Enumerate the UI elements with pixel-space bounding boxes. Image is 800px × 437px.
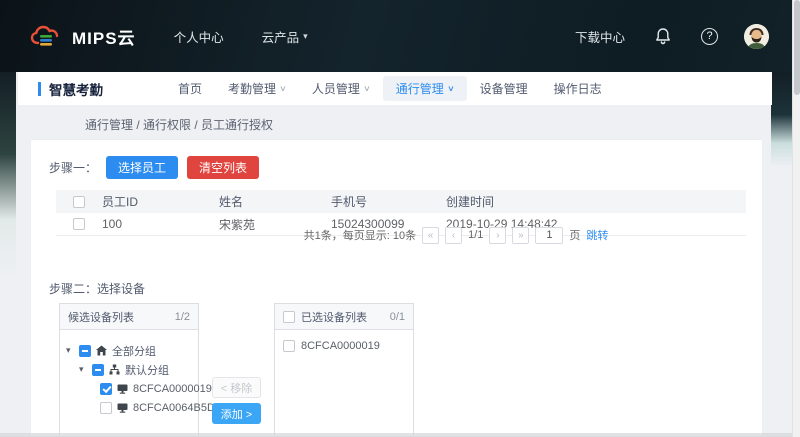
table-header-row: 员工ID 姓名 手机号 创建时间 [56, 190, 746, 213]
tab-personnel[interactable]: 人员管理 ∨ [299, 76, 383, 101]
monitor-icon [117, 384, 128, 394]
help-icon[interactable]: ? [701, 28, 718, 45]
breadcrumb: 通行管理 / 通行权限 / 员工通行授权 [85, 116, 273, 133]
tab-home[interactable]: 首页 [165, 76, 215, 101]
topbar: MIPS云 个人中心 云产品 ▾ 下载中心 ? [0, 0, 793, 72]
jump-link[interactable]: 跳转 [586, 227, 608, 243]
header-employee-id: 员工ID [102, 193, 219, 210]
download-center-link[interactable]: 下载中心 [575, 27, 625, 46]
main-card: 步骤一： 选择员工 清空列表 员工ID 姓名 手机号 创建时间 100 宋紫苑 … [30, 139, 763, 437]
tab-personnel-label: 人员管理 [312, 80, 360, 97]
device-tree: ▾ 全部分组 ▾ [60, 330, 198, 417]
tab-attendance[interactable]: 考勤管理 ∨ [215, 76, 299, 101]
header-name: 姓名 [219, 193, 331, 210]
tab-device[interactable]: 设备管理 [467, 76, 541, 101]
candidate-device-panel: 候选设备列表 1/2 ▾ 全部分组 ▾ [59, 303, 199, 437]
selected-panel-header: 已选设备列表 0/1 [275, 304, 413, 330]
tab-access-label: 通行管理 [396, 80, 444, 97]
org-group-icon [109, 364, 120, 375]
home-icon [96, 345, 107, 356]
logo[interactable]: MIPS云 [30, 24, 136, 49]
tree-node-label: 默认分组 [125, 362, 169, 378]
chevron-down-icon: ∨ [279, 84, 287, 93]
page-jump-input[interactable] [535, 227, 563, 244]
tree-checkbox[interactable] [100, 402, 112, 414]
selected-device-item[interactable]: 8CFCA0000019 [275, 330, 413, 352]
page-indicator: 1/1 [468, 229, 483, 241]
item-label: 8CFCA0000019 [301, 340, 380, 352]
background-fade-left [0, 72, 16, 277]
clear-list-button[interactable]: 清空列表 [187, 156, 259, 179]
avatar[interactable] [744, 24, 769, 49]
topbar-right: 下载中心 ? [575, 24, 769, 49]
nav-tabs: 首页 考勤管理 ∨ 人员管理 ∨ 通行管理 ∨ 设备管理 操作日志 [165, 76, 615, 101]
selected-panel-title: 已选设备列表 [301, 309, 367, 325]
tree-expand-icon[interactable]: ▾ [66, 345, 74, 356]
chevron-down-icon: ∨ [447, 84, 455, 93]
chevron-down-icon: ▾ [303, 31, 308, 42]
header-phone: 手机号 [331, 193, 446, 210]
add-device-button[interactable]: 添加 > [212, 403, 261, 424]
tree-node-device-2[interactable]: 8CFCA0064B5D [60, 398, 198, 417]
logo-text: MIPS云 [72, 24, 136, 49]
tree-node-default-group[interactable]: ▾ 默认分组 [60, 360, 198, 379]
menu-cloud-products[interactable]: 云产品 ▾ [262, 27, 308, 46]
selected-panel-count: 0/1 [390, 311, 405, 323]
menu-personal-label: 个人中心 [174, 27, 224, 46]
background-fade-right [771, 72, 793, 167]
bell-icon[interactable] [655, 27, 671, 45]
tree-checkbox[interactable] [100, 383, 112, 395]
page-unit-label: 页 [569, 227, 580, 243]
first-page-button[interactable]: « [422, 227, 439, 244]
monitor-icon [117, 403, 128, 413]
window-bottom-edge [0, 433, 792, 437]
menu-cloud-label: 云产品 [262, 27, 300, 46]
selected-device-panel: 已选设备列表 0/1 8CFCA0000019 [274, 303, 414, 437]
tab-log[interactable]: 操作日志 [541, 76, 615, 101]
select-all-checkbox[interactable] [73, 196, 85, 208]
transfer-buttons: < 移除 添加 > [212, 377, 261, 424]
help-glyph: ? [706, 30, 712, 42]
tree-node-label: 8CFCA0064B5D [133, 402, 215, 414]
step-two-label: 步骤二：选择设备 [49, 280, 145, 297]
step-one-label: 步骤一： [49, 159, 97, 176]
menu-personal-center[interactable]: 个人中心 [174, 27, 224, 46]
scrollbar-thumb[interactable] [794, 0, 800, 95]
app-title: 智慧考勤 [49, 79, 103, 99]
page: MIPS云 个人中心 云产品 ▾ 下载中心 ? [0, 0, 800, 437]
app-navbar: 智慧考勤 首页 考勤管理 ∨ 人员管理 ∨ 通行管理 ∨ 设备管理 操作日志 [18, 72, 772, 105]
tree-node-label: 8CFCA0000019 [133, 383, 212, 395]
prev-page-button[interactable]: ‹ [445, 227, 462, 244]
chevron-down-icon: ∨ [363, 84, 371, 93]
tab-attendance-label: 考勤管理 [228, 80, 276, 97]
tab-access[interactable]: 通行管理 ∨ [383, 76, 467, 101]
pagination: 共1条，每页显示: 10条 « ‹ 1/1 › » 页 跳转 [56, 225, 746, 245]
step-one-row: 步骤一： 选择员工 清空列表 [49, 156, 259, 179]
tree-expand-icon[interactable]: ▾ [79, 364, 87, 375]
candidate-panel-count: 1/2 [175, 311, 190, 323]
item-checkbox[interactable] [283, 340, 295, 352]
pagination-summary: 共1条，每页显示: 10条 [304, 227, 416, 243]
tree-node-all-groups[interactable]: ▾ 全部分组 [60, 341, 198, 360]
select-employee-button[interactable]: 选择员工 [106, 156, 178, 179]
candidate-panel-header: 候选设备列表 1/2 [60, 304, 198, 330]
candidate-panel-title: 候选设备列表 [68, 309, 134, 325]
tab-home-label: 首页 [178, 80, 202, 97]
tree-node-device-1[interactable]: 8CFCA0000019 [60, 379, 198, 398]
vertical-scrollbar[interactable] [792, 0, 800, 437]
next-page-button[interactable]: › [489, 227, 506, 244]
title-accent-bar [38, 82, 41, 96]
selected-select-all-checkbox[interactable] [283, 311, 295, 323]
remove-device-button[interactable]: < 移除 [212, 377, 261, 398]
tab-log-label: 操作日志 [554, 80, 602, 97]
tab-device-label: 设备管理 [480, 80, 528, 97]
last-page-button[interactable]: » [512, 227, 529, 244]
cloud-logo-icon [30, 24, 64, 48]
tree-node-label: 全部分组 [112, 343, 156, 359]
tree-checkbox[interactable] [92, 364, 104, 376]
tree-checkbox[interactable] [79, 345, 91, 357]
header-created-time: 创建时间 [446, 193, 746, 210]
